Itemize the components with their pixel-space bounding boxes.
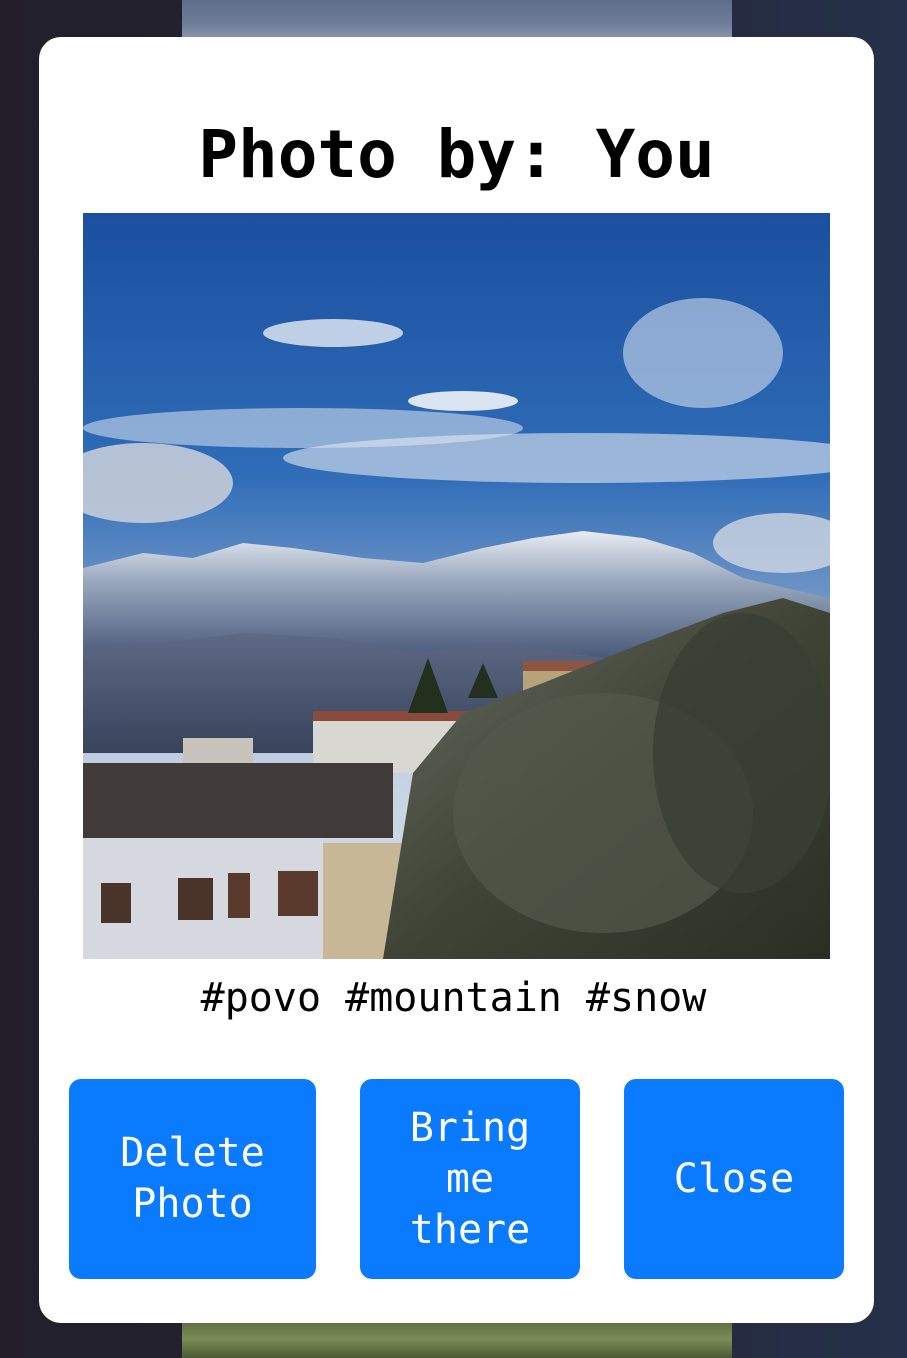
background-photo-bottom (182, 1320, 732, 1358)
delete-photo-button-label: Delete Photo (120, 1130, 265, 1227)
delete-photo-button[interactable]: Delete Photo (69, 1079, 316, 1279)
bring-me-there-button[interactable]: Bring me there (360, 1079, 580, 1279)
close-button[interactable]: Close (624, 1079, 844, 1279)
photo-tags: #povo #mountain #snow (200, 975, 707, 1021)
background-photo-top (182, 0, 732, 40)
bring-me-there-button-label: Bring me there (409, 1104, 531, 1253)
modal-title: Photo by: You (198, 116, 715, 193)
close-button-label: Close (673, 1155, 795, 1202)
photo-image (83, 213, 830, 959)
